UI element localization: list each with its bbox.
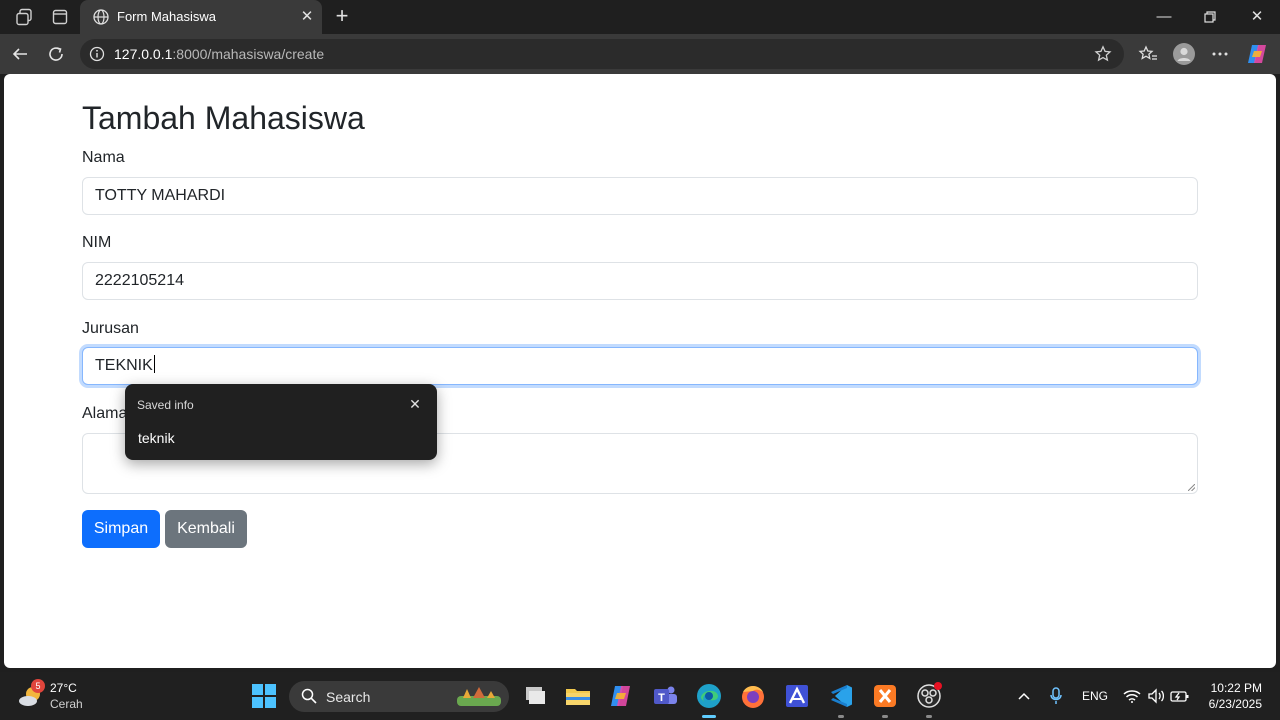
globe-icon	[93, 9, 109, 25]
browser-toolbar: 127.0.0.1:8000/mahasiswa/create	[0, 34, 1280, 74]
wifi-icon[interactable]	[1122, 686, 1142, 706]
favorites-icon[interactable]	[1136, 42, 1160, 66]
resize-handle-icon[interactable]	[1188, 484, 1195, 491]
alamat-label: Alama	[82, 405, 128, 422]
windows-taskbar: 5 27°C Cerah Search T ENG 10:22 PM 6/23/…	[0, 672, 1280, 720]
svg-text:T: T	[658, 692, 665, 704]
autofill-title: Saved info	[137, 398, 194, 412]
back-arrow-icon[interactable]	[8, 42, 32, 66]
copilot-app-icon[interactable]	[607, 682, 635, 710]
weather-desc[interactable]: Cerah	[50, 697, 83, 711]
jurusan-label: Jurusan	[82, 320, 139, 337]
running-indicator	[882, 715, 888, 718]
nim-input[interactable]: 2222105214	[82, 262, 1198, 300]
windows-start-icon[interactable]	[252, 684, 276, 708]
running-indicator	[838, 715, 844, 718]
search-highlight-icon	[457, 687, 501, 706]
kembali-button[interactable]: Kembali	[165, 510, 247, 548]
xampp-panel-icon[interactable]	[783, 682, 811, 710]
more-options-icon[interactable]	[1208, 42, 1232, 66]
autofill-suggestion[interactable]: teknik	[138, 430, 175, 446]
new-tab-icon[interactable]: +	[330, 5, 354, 29]
microphone-icon[interactable]	[1046, 686, 1066, 706]
taskbar-search[interactable]: Search	[289, 681, 509, 712]
copilot-icon[interactable]	[1245, 42, 1269, 66]
close-tab-icon[interactable]: ✕	[298, 8, 316, 26]
clock-time[interactable]: 10:22 PM	[1208, 681, 1262, 695]
refresh-icon[interactable]	[44, 42, 68, 66]
restore-icon[interactable]	[1198, 6, 1222, 28]
web-page: Tambah Mahasiswa Nama TOTTY MAHARDI NIM …	[4, 74, 1276, 668]
xampp-icon[interactable]	[871, 682, 899, 710]
nim-label: NIM	[82, 234, 112, 251]
running-indicator	[926, 715, 932, 718]
text-caret	[153, 355, 155, 373]
tab-title: Form Mahasiswa	[117, 9, 216, 24]
teams-icon[interactable]: T	[651, 682, 679, 710]
autofill-popup: Saved info ✕ teknik	[125, 384, 437, 460]
browser-titlebar: Form Mahasiswa ✕ + — ✕	[0, 0, 1280, 34]
jurusan-input[interactable]: TEKNIK	[82, 347, 1198, 385]
edge-browser-icon[interactable]	[695, 682, 723, 710]
weather-temp[interactable]: 27°C	[50, 681, 77, 695]
simpan-button[interactable]: Simpan	[82, 510, 160, 548]
browser-tab-active[interactable]: Form Mahasiswa ✕	[80, 0, 322, 34]
language-indicator[interactable]: ENG	[1082, 689, 1108, 703]
tab-actions-icon[interactable]	[49, 6, 71, 28]
obs-studio-icon[interactable]	[915, 682, 943, 710]
workspaces-icon[interactable]	[13, 6, 35, 28]
favorite-star-icon[interactable]	[1094, 45, 1112, 63]
file-explorer-icon[interactable]	[564, 682, 592, 710]
close-window-icon[interactable]: ✕	[1245, 6, 1269, 28]
search-label: Search	[326, 689, 371, 705]
url-text: 127.0.0.1:8000/mahasiswa/create	[114, 46, 325, 62]
nama-input[interactable]: TOTTY MAHARDI	[82, 177, 1198, 215]
show-hidden-icons-chevron-icon[interactable]	[1014, 686, 1034, 706]
search-icon	[301, 688, 317, 704]
profile-avatar-icon[interactable]	[1172, 42, 1196, 66]
volume-icon[interactable]	[1146, 686, 1166, 706]
task-view-icon[interactable]	[520, 682, 548, 710]
address-bar[interactable]: 127.0.0.1:8000/mahasiswa/create	[80, 39, 1124, 69]
battery-charging-icon[interactable]	[1170, 686, 1190, 706]
page-title: Tambah Mahasiswa	[82, 100, 365, 136]
minimize-icon[interactable]: —	[1152, 6, 1176, 28]
active-app-indicator	[702, 715, 716, 718]
close-icon[interactable]: ✕	[407, 396, 423, 412]
weather-badge: 5	[31, 679, 45, 693]
firefox-icon[interactable]	[739, 682, 767, 710]
clock-date[interactable]: 6/23/2025	[1200, 697, 1262, 711]
nama-label: Nama	[82, 149, 125, 166]
vscode-icon[interactable]	[827, 682, 855, 710]
site-info-icon[interactable]	[89, 46, 105, 62]
